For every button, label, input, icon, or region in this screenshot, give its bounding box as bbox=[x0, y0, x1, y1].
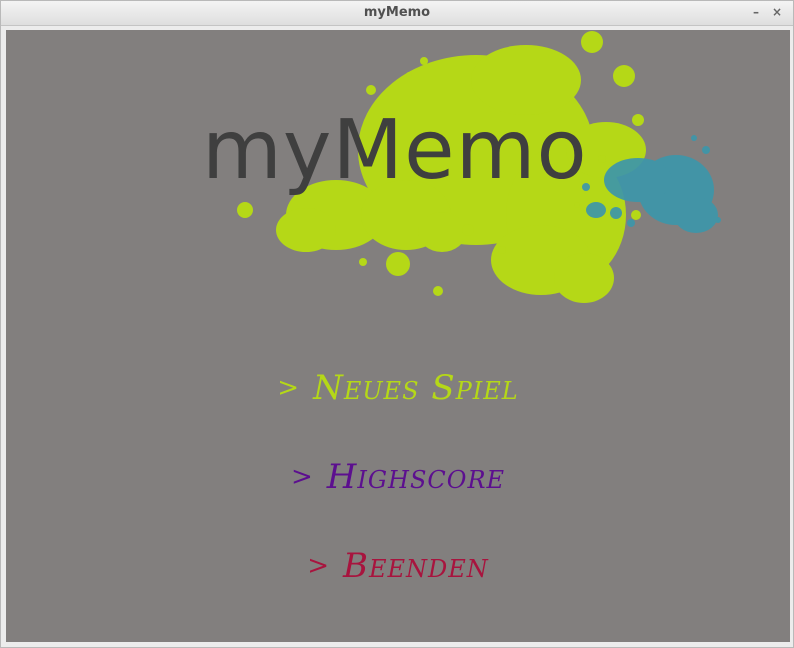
menu-item-quit[interactable]: > Beenden bbox=[6, 544, 790, 588]
title-bar[interactable]: myMemo – × bbox=[1, 1, 793, 26]
chevron-right-icon: > bbox=[307, 551, 329, 581]
menu-item-label: Neues Spiel bbox=[313, 368, 519, 408]
menu-item-highscore[interactable]: > Highscore bbox=[6, 455, 790, 499]
logo-title: myMemo bbox=[202, 103, 588, 198]
window-title: myMemo bbox=[363, 5, 431, 20]
app-window: myMemo – × myMemo > Neues Spiel > Highsc… bbox=[0, 0, 794, 648]
menu-item-new-game[interactable]: > Neues Spiel bbox=[6, 366, 790, 410]
chevron-right-icon: > bbox=[290, 462, 313, 492]
close-button[interactable]: × bbox=[770, 5, 784, 19]
menu-item-label: Beenden bbox=[343, 546, 489, 586]
menu-item-label: Highscore bbox=[326, 457, 506, 497]
main-menu: > Neues Spiel > Highscore > Beenden bbox=[6, 360, 790, 620]
chevron-right-icon: > bbox=[277, 373, 300, 403]
game-canvas: myMemo > Neues Spiel > Highscore > Beenden bbox=[6, 30, 790, 642]
minimize-button[interactable]: – bbox=[749, 5, 763, 19]
